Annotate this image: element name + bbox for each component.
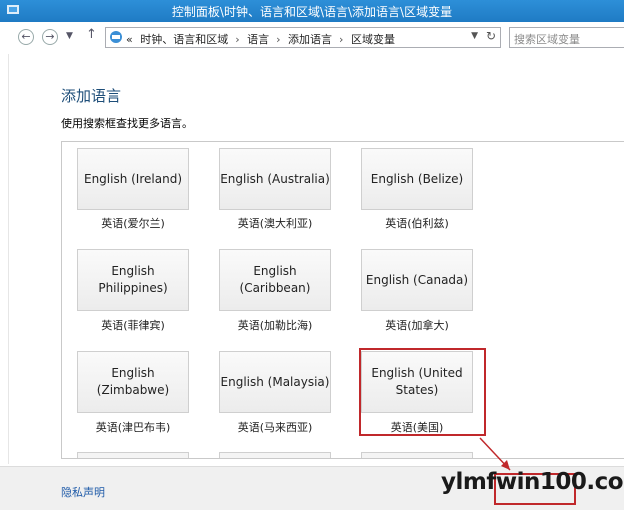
language-caption: 英语(爱尔兰) <box>101 217 165 230</box>
back-arrow-icon[interactable]: ← <box>18 29 34 45</box>
page-subtitle: 使用搜索框查找更多语言。 <box>61 117 193 130</box>
language-caption: 英语(津巴布韦) <box>95 421 171 434</box>
language-caption: 英语(澳大利亚) <box>237 217 313 230</box>
language-tile-english-ireland[interactable]: English (Ireland) <box>77 148 189 210</box>
search-placeholder: 搜索区域变量 <box>514 33 580 46</box>
breadcrumb-item[interactable]: 语言 <box>247 33 269 46</box>
search-input[interactable]: 搜索区域变量 <box>509 27 624 48</box>
divider <box>8 54 9 464</box>
language-tile-partial[interactable] <box>219 452 331 458</box>
breadcrumb-item[interactable]: 时钟、语言和区域 <box>140 33 228 46</box>
up-arrow-icon[interactable]: ↑ <box>86 27 97 42</box>
language-tile-partial[interactable] <box>361 452 473 458</box>
breadcrumb: « 时钟、语言和区域 › 语言 › 添加语言 › 区域变量 <box>126 33 395 46</box>
refresh-icon[interactable]: ↻ <box>486 29 496 43</box>
language-tile-english-belize[interactable]: English (Belize) <box>361 148 473 210</box>
watermark: ylmfwin100.com <box>441 469 624 495</box>
address-dropdown-icon[interactable]: ▼ <box>471 31 478 41</box>
control-panel-icon <box>110 31 122 43</box>
language-tile-english-caribbean[interactable]: English (Caribbean) <box>219 249 331 311</box>
language-tile-english-canada[interactable]: English (Canada) <box>361 249 473 311</box>
forward-arrow-icon[interactable]: → <box>42 29 58 45</box>
language-caption: 英语(菲律宾) <box>101 319 165 332</box>
page-title: 添加语言 <box>61 87 122 105</box>
language-tile-english-malaysia[interactable]: English (Malaysia) <box>219 351 331 413</box>
breadcrumb-item[interactable]: 区域变量 <box>351 33 395 46</box>
language-tile-english-zimbabwe[interactable]: English (Zimbabwe) <box>77 351 189 413</box>
privacy-statement-link[interactable]: 隐私声明 <box>61 484 105 500</box>
breadcrumb-overflow[interactable]: « <box>126 33 133 46</box>
language-caption: 英语(加拿大) <box>385 319 449 332</box>
window-title: 控制面板\时钟、语言和区域\语言\添加语言\区域变量 <box>171 5 453 19</box>
language-tile-english-philippines[interactable]: English Philippines) <box>77 249 189 311</box>
chevron-down-icon[interactable]: ▼ <box>66 31 73 41</box>
language-caption: 英语(加勒比海) <box>237 319 313 332</box>
language-caption: 英语(伯利兹) <box>385 217 449 230</box>
language-tile-partial[interactable] <box>77 452 189 458</box>
breadcrumb-item[interactable]: 添加语言 <box>288 33 332 46</box>
language-caption: 英语(马来西亚) <box>237 421 313 434</box>
title-bar: 控制面板\时钟、语言和区域\语言\添加语言\区域变量 <box>0 0 624 22</box>
address-bar[interactable]: « 时钟、语言和区域 › 语言 › 添加语言 › 区域变量 ▼ ↻ <box>105 27 501 48</box>
navigation-bar: ← → ▼ ↑ « 时钟、语言和区域 › 语言 › 添加语言 › 区域变量 ▼ ↻ 搜… <box>0 22 624 54</box>
language-tile-english-australia[interactable]: English (Australia) <box>219 148 331 210</box>
selection-highlight <box>359 348 486 436</box>
language-list[interactable]: English (Ireland) 英语(爱尔兰) English (Austr… <box>61 141 624 459</box>
